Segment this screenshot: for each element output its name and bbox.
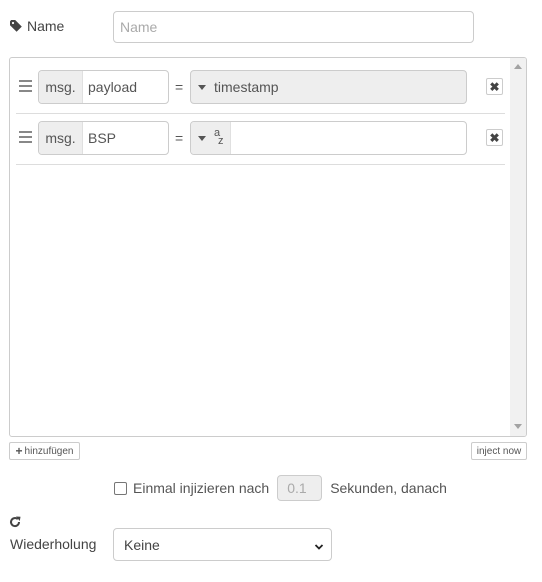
property-name[interactable]: payload	[83, 71, 168, 103]
refresh-icon	[9, 515, 21, 531]
property-name[interactable]: BSP	[83, 122, 168, 154]
value-type-label: timestamp	[214, 79, 279, 95]
value-text-input[interactable]	[231, 122, 466, 154]
property-row: msg. payload = timestamp ✖	[16, 63, 505, 114]
inject-once-checkbox[interactable]	[114, 481, 127, 495]
name-field-label: Name	[10, 18, 64, 34]
list-scrollbar[interactable]	[510, 58, 526, 436]
add-property-button[interactable]: + hinzufügen	[9, 442, 80, 460]
name-label-text: Name	[27, 18, 65, 34]
property-list: msg. payload = timestamp ✖ msg. BSP = a …	[9, 57, 527, 437]
inject-once-label: Einmal injizieren nach	[133, 480, 270, 496]
remove-row-button[interactable]: ✖	[486, 78, 503, 95]
delay-input[interactable]: 0.1	[277, 475, 323, 501]
inject-button-label: inject now	[476, 445, 522, 457]
value-type-select[interactable]: timestamp	[191, 71, 279, 103]
chevron-down-icon	[314, 539, 324, 555]
property-prefix[interactable]: msg.	[39, 71, 83, 103]
equals-sign: =	[175, 130, 184, 146]
property-value-field[interactable]: a z	[190, 121, 467, 155]
scroll-up-icon[interactable]	[514, 64, 522, 69]
property-row: msg. BSP = a z ✖	[16, 114, 505, 165]
inject-once-row: Einmal injizieren nach 0.1 Sekunden, dan…	[114, 475, 447, 501]
remove-row-button[interactable]: ✖	[486, 129, 503, 146]
name-input[interactable]	[113, 11, 474, 43]
inject-now-button[interactable]: inject now	[471, 442, 527, 460]
scroll-down-icon[interactable]	[514, 424, 522, 429]
property-value-field[interactable]: timestamp	[190, 70, 467, 104]
equals-sign: =	[175, 79, 184, 95]
close-icon: ✖	[489, 130, 500, 145]
string-type-icon: a z	[214, 127, 224, 147]
caret-down-icon	[198, 135, 206, 141]
caret-down-icon	[198, 84, 206, 90]
repeat-selected-value: Keine	[124, 536, 160, 553]
add-button-label: hinzufügen	[24, 445, 74, 457]
close-icon: ✖	[489, 79, 500, 94]
property-target-field[interactable]: msg. BSP	[38, 121, 169, 155]
repeat-label: Wiederholung	[10, 536, 97, 552]
drag-handle-icon[interactable]	[19, 131, 32, 145]
plus-icon: +	[15, 444, 23, 458]
property-prefix[interactable]: msg.	[39, 122, 83, 154]
repeat-select[interactable]: Keine	[113, 528, 332, 561]
drag-handle-icon[interactable]	[19, 80, 32, 94]
tag-icon	[10, 20, 22, 32]
seconds-label: Sekunden, danach	[330, 480, 447, 496]
value-type-select[interactable]: a z	[191, 122, 231, 154]
property-target-field[interactable]: msg. payload	[38, 70, 169, 104]
